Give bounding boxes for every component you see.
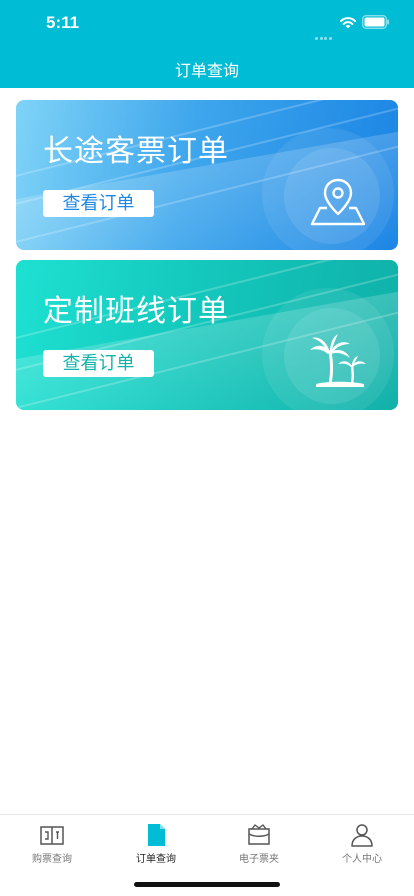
- page-title: 订单查询: [174, 61, 239, 80]
- home-indicator: [134, 882, 280, 887]
- tab-label: 订单查询: [136, 854, 176, 865]
- tab-order-query[interactable]: 订单查询: [104, 823, 208, 871]
- tab-e-ticket-folder[interactable]: 电子票夹: [207, 823, 311, 871]
- status-time: 5:11: [46, 13, 80, 32]
- long-distance-order-card[interactable]: 长途客票订单 查看订单: [16, 100, 398, 250]
- view-order-button[interactable]: 查看订单: [43, 350, 154, 377]
- card-title: 长途客票订单: [43, 134, 229, 169]
- app-header: 5:11 订单查询: [0, 0, 414, 88]
- cellular-signal-icon: [315, 25, 335, 40]
- status-bar: 5:11: [0, 0, 414, 46]
- custom-line-order-card[interactable]: 定制班线订单 查看订单: [16, 260, 398, 410]
- document-icon: [148, 824, 165, 846]
- ticket-folder-icon: [248, 824, 270, 845]
- view-order-button[interactable]: 查看订单: [43, 190, 154, 217]
- tab-label: 电子票夹: [239, 854, 279, 865]
- person-icon: [351, 824, 373, 847]
- wifi-icon: [340, 17, 356, 29]
- card-title: 定制班线订单: [43, 294, 229, 329]
- tab-ticket-query[interactable]: 购票查询: [0, 823, 104, 871]
- tab-label: 个人中心: [342, 854, 382, 865]
- tab-label: 购票查询: [32, 854, 72, 865]
- ticket-book-icon: [40, 826, 64, 845]
- map-pin-icon: [310, 178, 366, 226]
- battery-icon: [362, 15, 389, 29]
- tab-personal-center[interactable]: 个人中心: [310, 823, 414, 871]
- palm-tree-icon: [310, 334, 366, 387]
